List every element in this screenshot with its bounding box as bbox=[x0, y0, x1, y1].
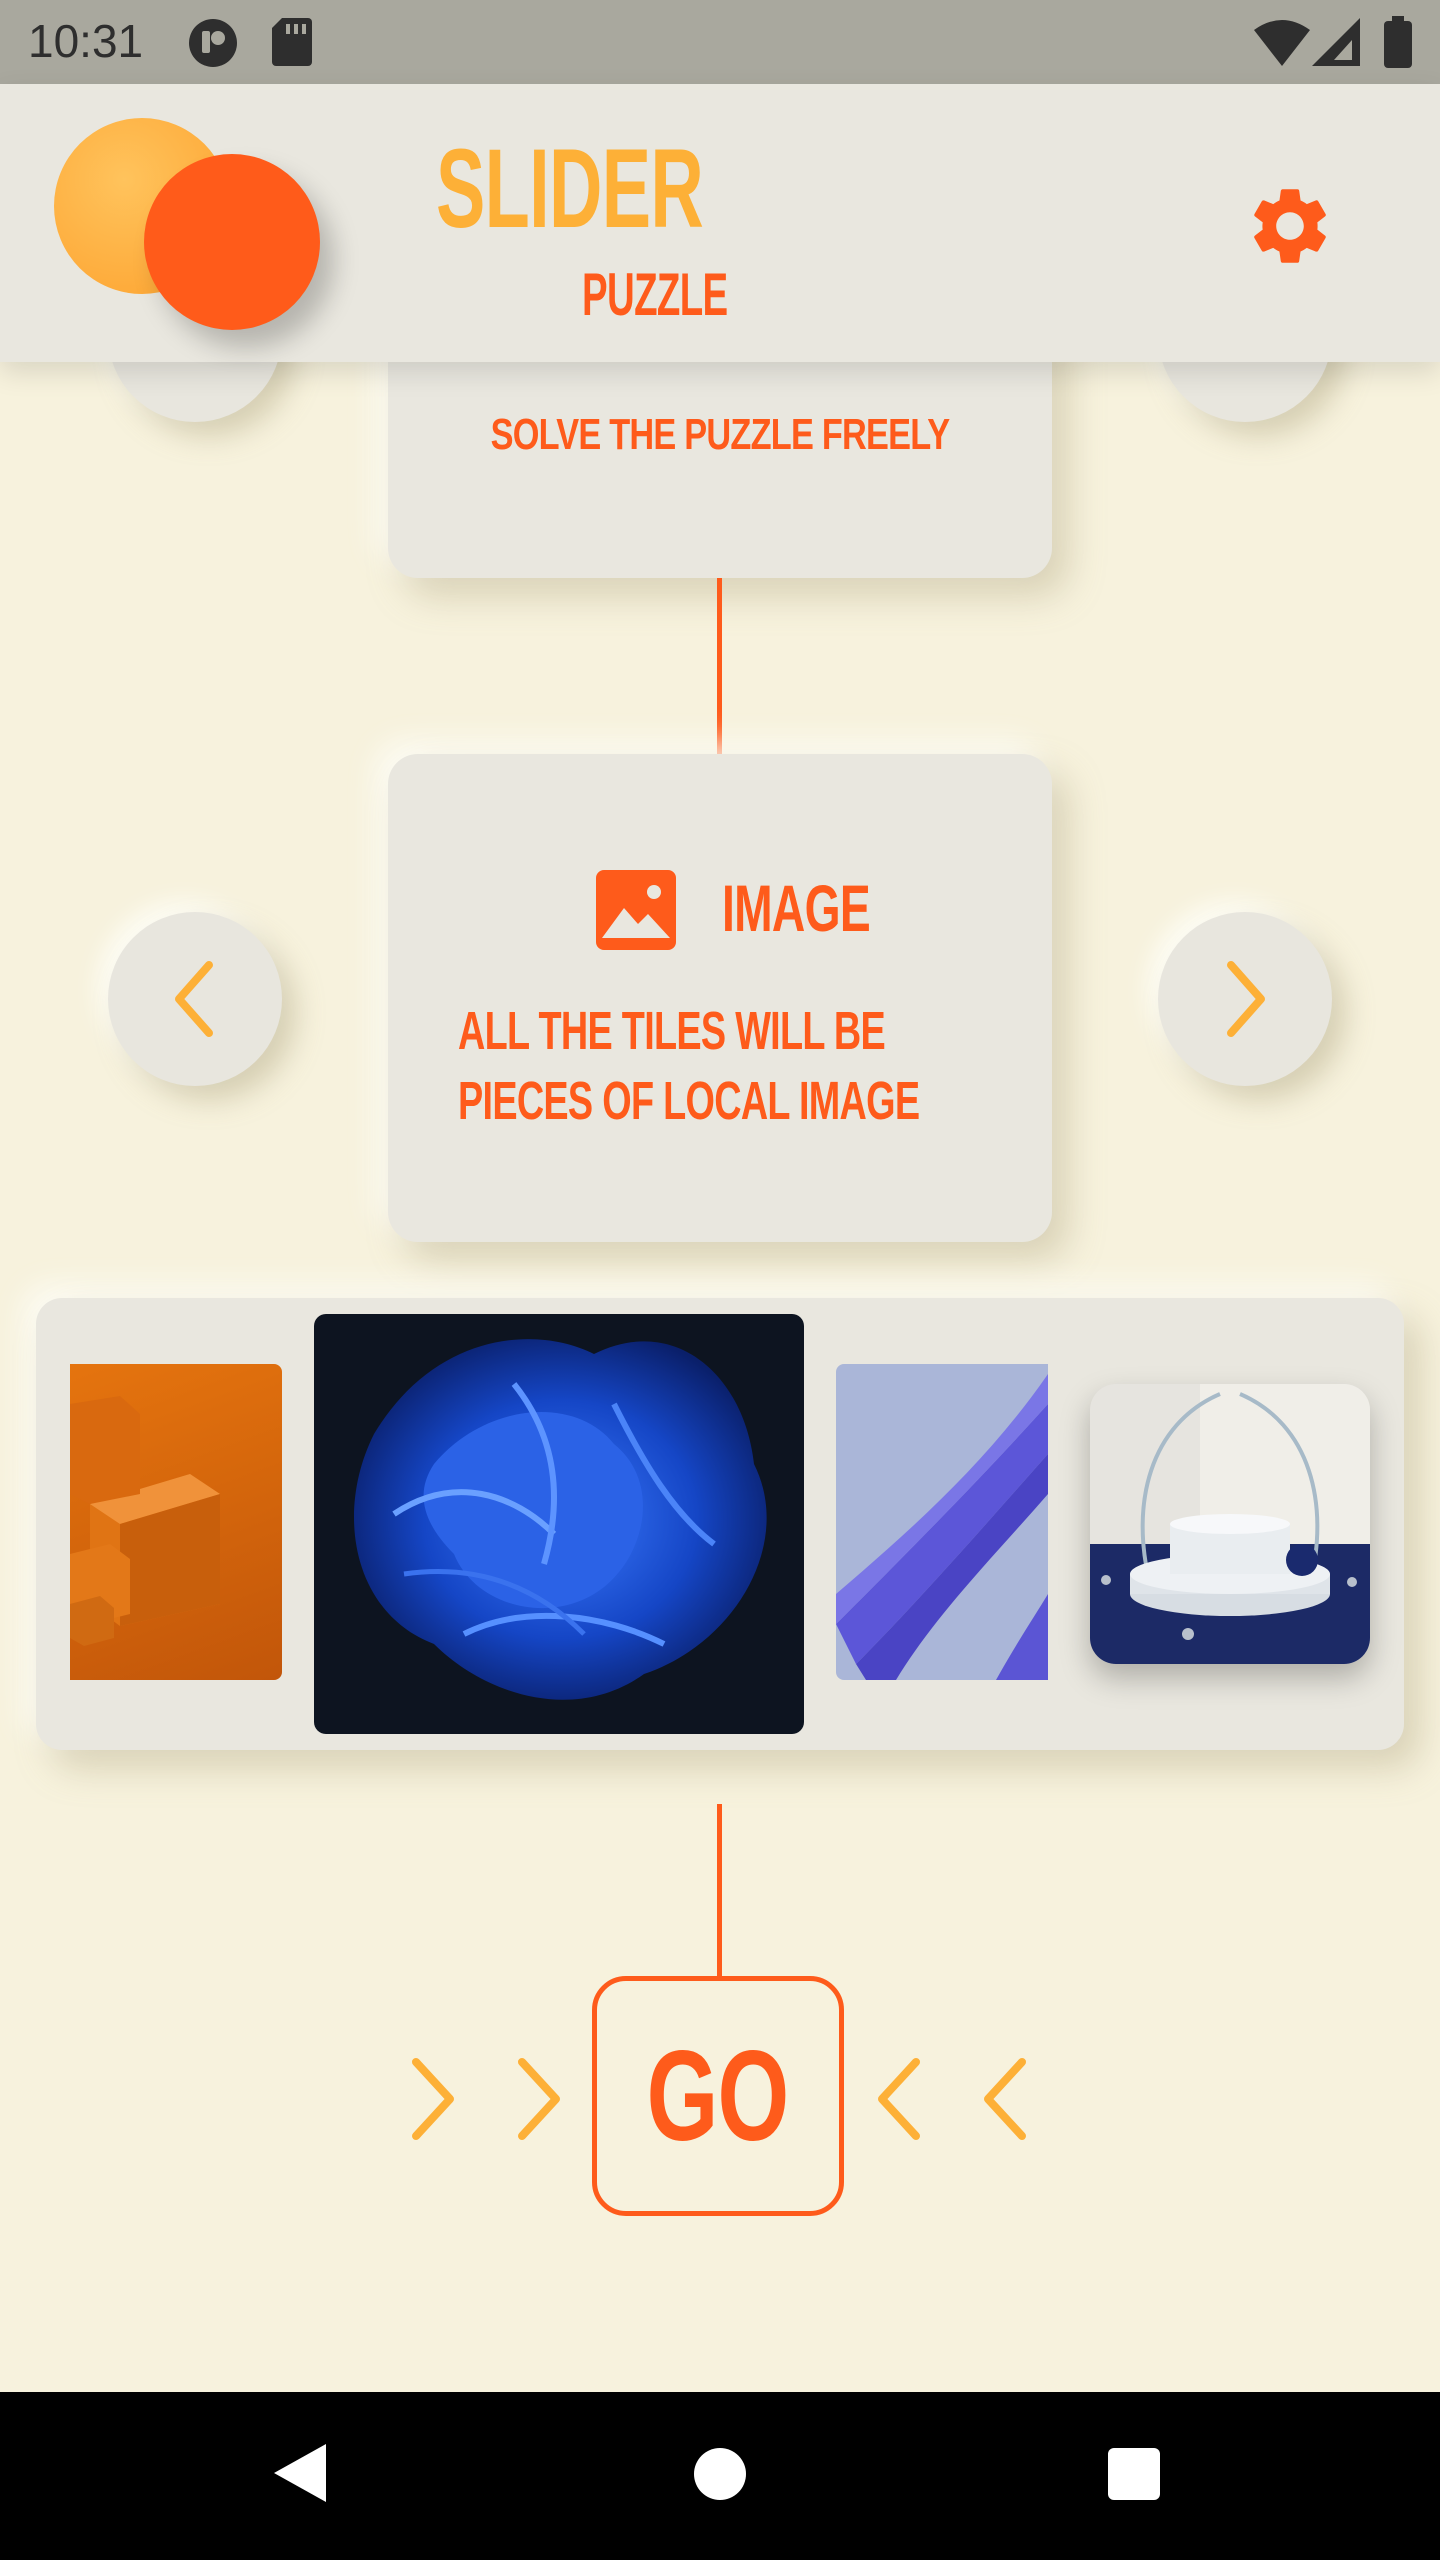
mode-description-line1: ALL THE TILES WILL BE bbox=[458, 1001, 886, 1061]
logo-orange-circle bbox=[144, 154, 320, 330]
image-carousel[interactable] bbox=[36, 1298, 1404, 1750]
mode-card-current[interactable]: IMAGE ALL THE TILES WILL BE PIECES OF LO… bbox=[388, 754, 1052, 1242]
carousel-image-orange-cubes[interactable] bbox=[70, 1364, 282, 1680]
cellular-signal-icon bbox=[1312, 18, 1360, 66]
status-bar: 10:31 bbox=[0, 0, 1440, 84]
next-mode-button[interactable] bbox=[1158, 912, 1332, 1086]
connector-line-top bbox=[717, 578, 722, 754]
chevron-right-icon bbox=[1227, 961, 1265, 1037]
nav-recents-icon[interactable] bbox=[1108, 2448, 1160, 2500]
mode-description-line2: PIECES OF LOCAL IMAGE bbox=[458, 1071, 920, 1131]
carousel-image-white-podium[interactable] bbox=[1090, 1384, 1370, 1664]
connector-line-bottom bbox=[717, 1804, 722, 1976]
mode-description-previous: SOLVE THE PUZZLE FREELY bbox=[490, 410, 951, 459]
mode-title: IMAGE bbox=[722, 871, 871, 945]
nav-back-icon[interactable] bbox=[272, 2442, 328, 2504]
settings-gear-icon[interactable] bbox=[1244, 180, 1336, 272]
app-title: SLIDER bbox=[436, 126, 704, 251]
carousel-image-purple-waves[interactable] bbox=[836, 1364, 1048, 1680]
app-header: SLIDER PUZZLE bbox=[0, 84, 1440, 362]
go-button-label: GO bbox=[647, 2024, 790, 2168]
nav-home-icon[interactable] bbox=[694, 2448, 746, 2500]
navigation-bar bbox=[0, 2392, 1440, 2560]
app-notification-icon bbox=[188, 18, 238, 68]
go-arrows-left bbox=[408, 2054, 568, 2144]
image-icon bbox=[596, 870, 676, 950]
chevron-left-icon bbox=[175, 961, 213, 1037]
prev-mode-button[interactable] bbox=[108, 912, 282, 1086]
wifi-icon bbox=[1254, 20, 1310, 66]
sd-card-icon bbox=[272, 18, 312, 66]
go-button[interactable]: GO bbox=[592, 1976, 844, 2216]
carousel-image-blue-abstract[interactable] bbox=[314, 1314, 804, 1734]
app-subtitle: PUZZLE bbox=[582, 261, 728, 328]
app-logo bbox=[54, 118, 334, 338]
go-arrows-right bbox=[870, 2054, 1030, 2144]
battery-icon bbox=[1384, 16, 1412, 68]
status-time: 10:31 bbox=[28, 15, 144, 67]
